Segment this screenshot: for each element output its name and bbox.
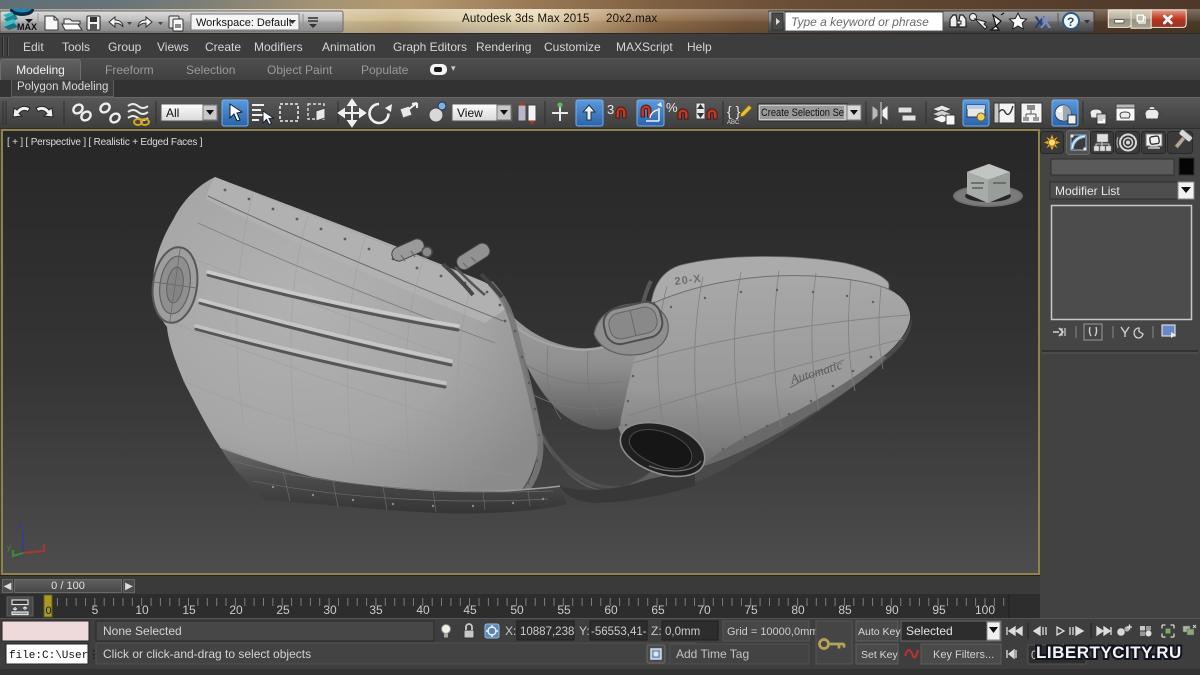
- svg-text:65: 65: [651, 603, 665, 617]
- svg-text:Z:: Z:: [651, 624, 662, 638]
- svg-text:Selected: Selected: [906, 624, 953, 638]
- svg-text:Type a keyword or phrase: Type a keyword or phrase: [791, 15, 929, 29]
- svg-text:45: 45: [463, 603, 477, 617]
- svg-text:z: z: [18, 520, 23, 531]
- svg-text:y: y: [7, 543, 11, 552]
- svg-text:90: 90: [885, 603, 899, 617]
- svg-text:None Selected: None Selected: [103, 624, 182, 638]
- svg-text:0,0mm: 0,0mm: [665, 626, 700, 638]
- svg-text:100: 100: [975, 603, 995, 617]
- svg-text:80: 80: [791, 603, 805, 617]
- svg-text:Create Selection Se: Create Selection Se: [761, 107, 844, 119]
- svg-text:15: 15: [182, 603, 196, 617]
- svg-text:Auto Key: Auto Key: [858, 626, 901, 638]
- svg-text:Grid = 10000,0mm: Grid = 10000,0mm: [727, 626, 818, 638]
- svg-text:Key Filters...: Key Filters...: [933, 649, 994, 661]
- svg-text:Modifier List: Modifier List: [1055, 184, 1120, 198]
- svg-text:20: 20: [229, 603, 243, 617]
- svg-text:Click or click-and-drag to sel: Click or click-and-drag to select object…: [103, 647, 311, 661]
- svg-text:55: 55: [557, 603, 571, 617]
- svg-text:30: 30: [323, 603, 337, 617]
- svg-text:Y:: Y:: [579, 624, 590, 638]
- svg-text:75: 75: [744, 603, 758, 617]
- svg-text:25: 25: [276, 603, 290, 617]
- svg-text:50: 50: [510, 603, 524, 617]
- svg-text:70: 70: [697, 603, 711, 617]
- svg-text:85: 85: [838, 603, 852, 617]
- svg-text:X: X: [1040, 13, 1052, 32]
- svg-text:95: 95: [932, 603, 946, 617]
- svg-text:Add Time Tag: Add Time Tag: [676, 647, 749, 661]
- svg-text:10: 10: [135, 603, 149, 617]
- svg-text:X:: X:: [505, 624, 516, 638]
- svg-text:40: 40: [416, 603, 430, 617]
- svg-text:ABC: ABC: [727, 120, 740, 126]
- svg-text:Workspace: Default: Workspace: Default: [196, 17, 292, 29]
- svg-text:5: 5: [92, 603, 99, 617]
- svg-text:3: 3: [607, 102, 614, 117]
- svg-text:0: 0: [46, 605, 52, 617]
- svg-text:?: ?: [1067, 15, 1074, 29]
- svg-text:-56553,41-: -56553,41-: [591, 626, 647, 638]
- svg-text:LIBERTYCITY.RU: LIBERTYCITY.RU: [1036, 643, 1182, 662]
- svg-text:10887,238: 10887,238: [520, 626, 574, 638]
- svg-text:View: View: [457, 106, 483, 120]
- svg-text:%: %: [666, 100, 678, 115]
- svg-text:All: All: [166, 106, 179, 120]
- svg-text:35: 35: [369, 603, 383, 617]
- svg-text:Set Key: Set Key: [861, 649, 899, 661]
- svg-text:file:C:\User⋮: file:C:\User⋮: [9, 650, 99, 662]
- svg-text:{ }: { }: [727, 103, 741, 119]
- svg-text:60: 60: [604, 603, 618, 617]
- svg-text:MAX: MAX: [17, 22, 37, 32]
